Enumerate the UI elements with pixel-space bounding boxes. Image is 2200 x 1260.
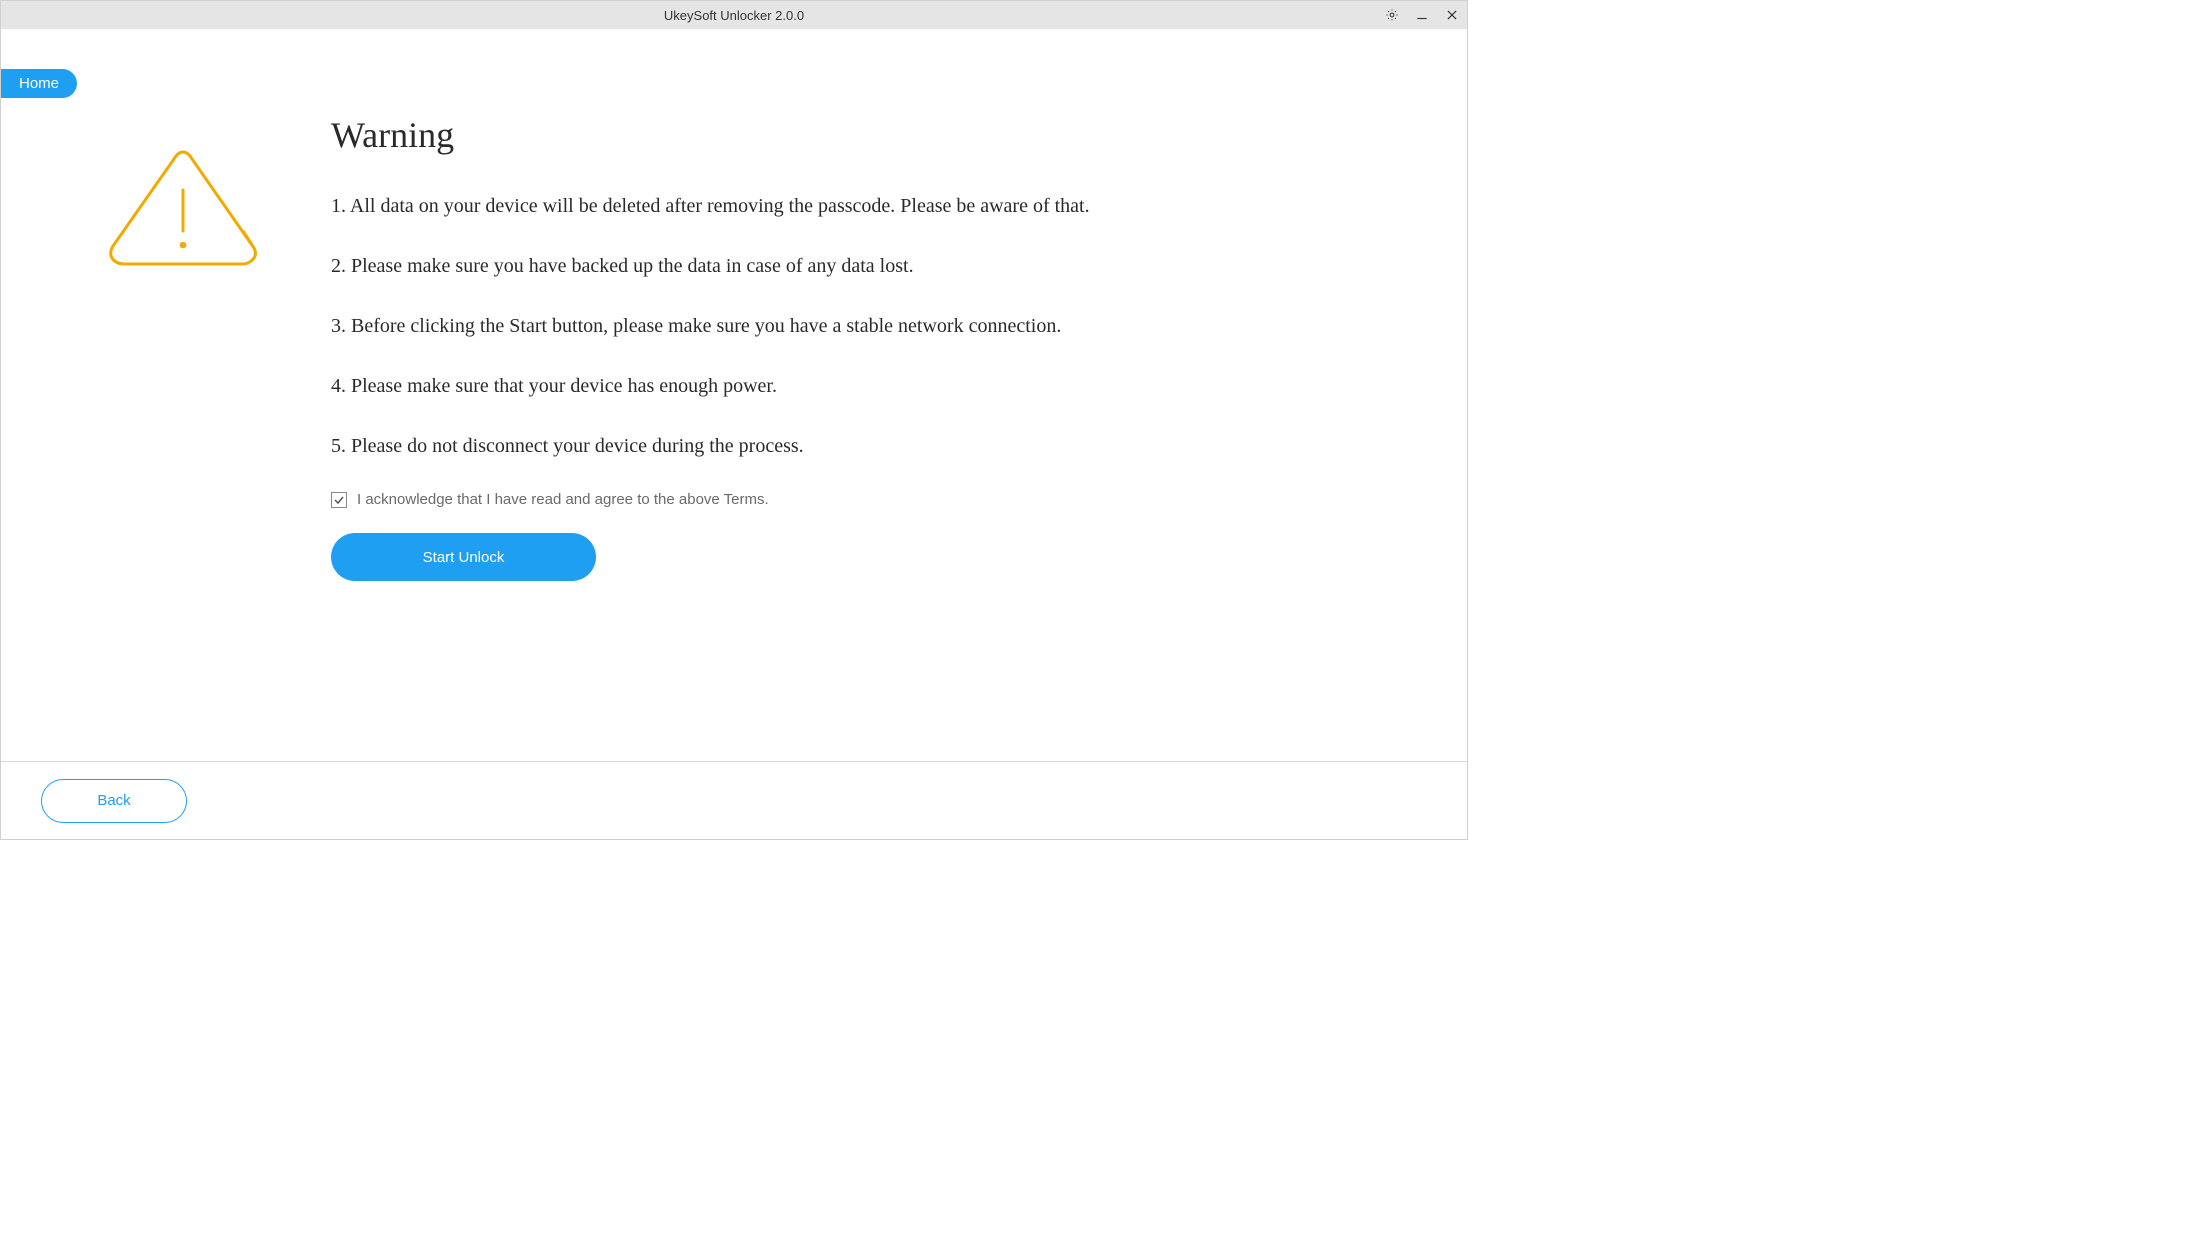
window-title: UkeySoft Unlocker 2.0.0 — [664, 8, 804, 23]
warning-item: 1. All data on your device will be delet… — [331, 191, 1181, 221]
warning-item: 5. Please do not disconnect your device … — [331, 431, 1181, 461]
warning-heading: Warning — [331, 114, 1181, 156]
minimize-button[interactable] — [1407, 1, 1437, 29]
main-content: Home Warning 1. All data on your device … — [1, 29, 1467, 761]
warning-icon — [106, 146, 261, 271]
acknowledge-label: I acknowledge that I have read and agree… — [357, 491, 769, 508]
gear-icon — [1385, 8, 1399, 22]
close-icon — [1445, 8, 1459, 22]
check-icon — [333, 494, 345, 506]
acknowledge-row: I acknowledge that I have read and agree… — [331, 491, 1181, 508]
settings-button[interactable] — [1377, 1, 1407, 29]
warning-item: 3. Before clicking the Start button, ple… — [331, 311, 1181, 341]
window-controls — [1377, 1, 1467, 29]
minimize-icon — [1415, 8, 1429, 22]
footer: Back — [1, 761, 1467, 839]
acknowledge-checkbox[interactable] — [331, 492, 347, 508]
warning-item: 4. Please make sure that your device has… — [331, 371, 1181, 401]
start-unlock-button[interactable]: Start Unlock — [331, 533, 596, 581]
home-tab[interactable]: Home — [1, 69, 77, 98]
close-button[interactable] — [1437, 1, 1467, 29]
warning-content: Warning 1. All data on your device will … — [331, 114, 1181, 581]
warning-item: 2. Please make sure you have backed up t… — [331, 251, 1181, 281]
title-bar: UkeySoft Unlocker 2.0.0 — [1, 1, 1467, 29]
back-button[interactable]: Back — [41, 779, 187, 823]
